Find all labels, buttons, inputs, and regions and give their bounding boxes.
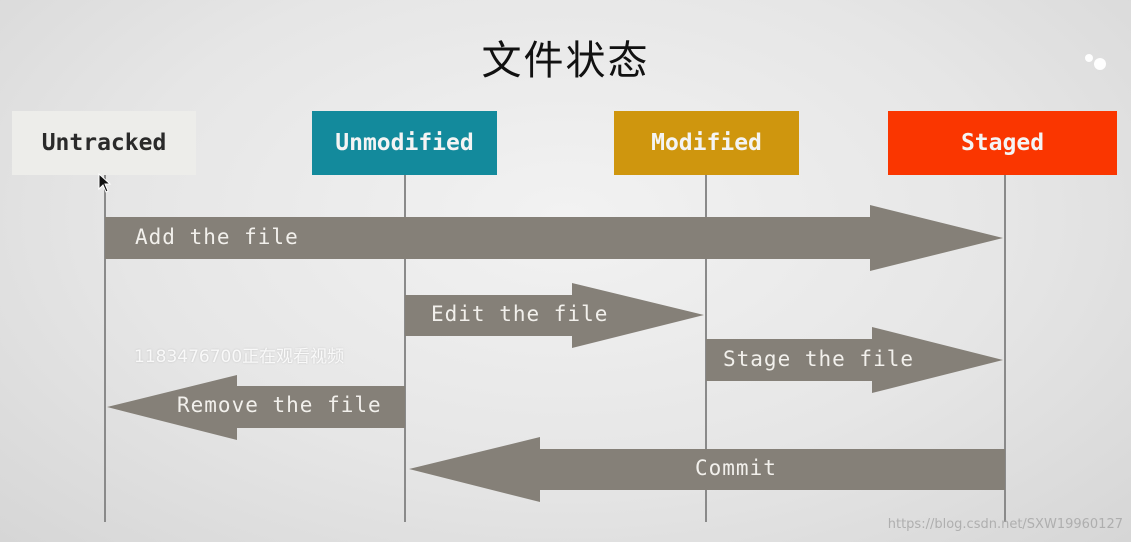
state-modified: Modified (614, 111, 799, 175)
mouse-pointer-icon (98, 173, 112, 193)
glare-dots-icon (1085, 54, 1106, 70)
state-unmodified: Unmodified (312, 111, 497, 175)
viewer-overlay-text: 1183476700正在观看视频 (134, 347, 345, 367)
label-edit-the-file: Edit the file (431, 302, 609, 326)
state-untracked: Untracked (12, 111, 196, 175)
label-stage-the-file: Stage the file (723, 347, 915, 371)
label-add-the-file: Add the file (135, 225, 299, 249)
state-staged: Staged (888, 111, 1117, 175)
label-commit: Commit (695, 456, 777, 480)
state-diagram (104, 175, 1006, 522)
label-remove-the-file: Remove the file (177, 393, 382, 417)
source-watermark: https://blog.csdn.net/SXW19960127 (887, 517, 1123, 532)
